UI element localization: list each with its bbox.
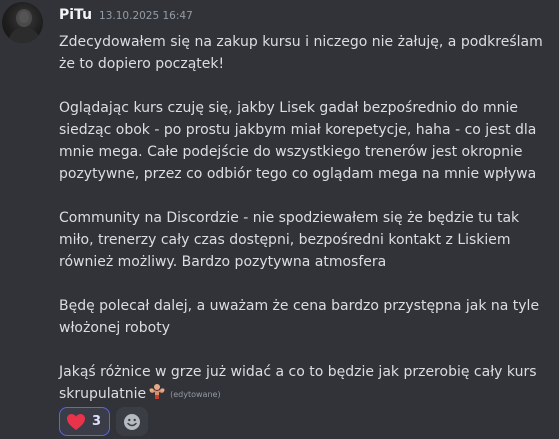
message-header: PiTu 13.10.2025 16:47 [59,7,193,27]
smile-add-reaction-icon [124,413,141,430]
flexed-biceps-emoji-icon[interactable] [147,383,167,401]
message-paragraph: Będę polecał dalej, a uważam że cena bar… [59,298,540,336]
edited-label: (edytowane) [170,390,221,399]
reaction-count: 3 [92,414,102,429]
avatar[interactable] [2,2,43,43]
message-paragraph: Zdecydowałem się na zakup kursu i niczeg… [59,34,543,72]
username[interactable]: PiTu [59,7,92,23]
heart-icon [67,413,85,430]
message-content: Zdecydowałem się na zakup kursu i niczeg… [59,31,555,406]
timestamp: 13.10.2025 16:47 [99,10,193,22]
message-paragraph-last: Jakąś różnice w grze już widać a co to b… [59,361,555,406]
reactions-bar: 3 [59,407,149,436]
reaction-heart-button[interactable]: 3 [59,407,111,436]
message-paragraph: Oglądając kurs czuję się, jakby Lisek ga… [59,100,537,182]
chat-message: PiTu 13.10.2025 16:47 Zdecydowałem się n… [0,0,559,439]
message-paragraph-text: Jakąś różnice w grze już widać a co to b… [59,364,537,402]
add-reaction-button[interactable] [116,407,149,436]
message-paragraph: Community na Discordzie - nie spodziewał… [59,210,520,270]
